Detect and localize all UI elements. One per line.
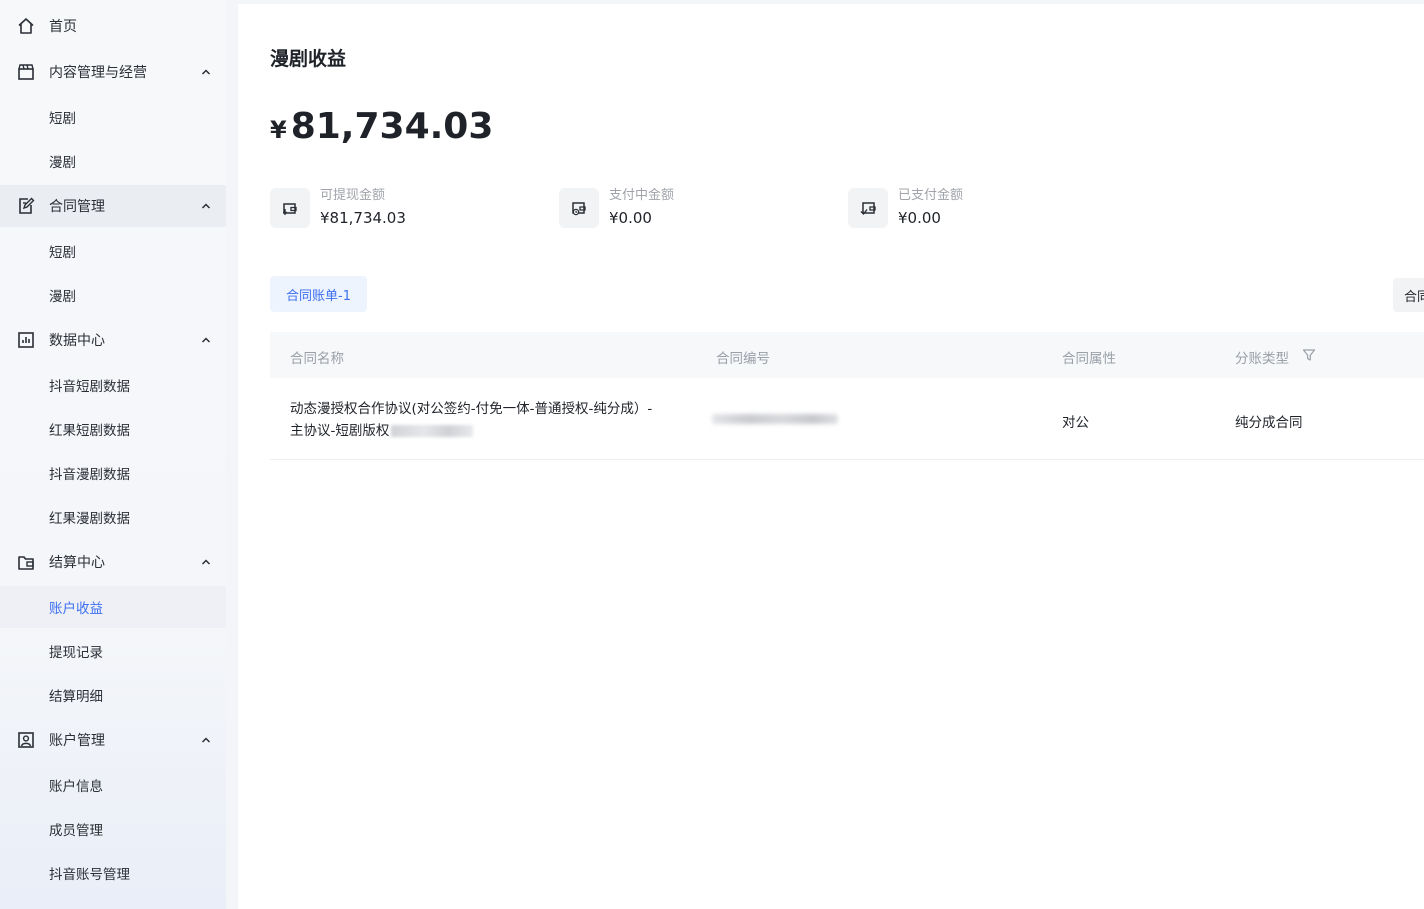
sidebar-item-withdraw-records[interactable]: 提现记录 (0, 630, 226, 672)
stat-label: 支付中金额 (609, 188, 675, 203)
stat-value: ¥0.00 (609, 209, 652, 227)
cell-contract-code-redacted (712, 414, 838, 424)
total-earnings: ¥ 81,734.03 (270, 106, 493, 147)
column-header-name: 合同名称 (290, 351, 344, 367)
column-header-split-type: 分账类型 (1235, 351, 1289, 367)
cell-contract-attribute: 对公 (1062, 415, 1089, 431)
sidebar-item-label: 结算明细 (49, 689, 103, 705)
sidebar-item-account-info[interactable]: 账户信息 (0, 764, 226, 806)
sidebar-item-member-management[interactable]: 成员管理 (0, 808, 226, 850)
sidebar-item-content-comic[interactable]: 漫剧 (0, 140, 226, 182)
app-root: 首页 内容管理与经营 短剧 漫剧 合同管理 短剧 漫剧 数据中心 抖音短剧数据 … (0, 0, 1424, 909)
paid-wallet-icon (848, 188, 888, 228)
chevron-up-icon[interactable] (200, 734, 212, 746)
sidebar-item-label: 抖音短剧数据 (49, 379, 130, 395)
folder-wallet-icon (18, 556, 34, 570)
paying-wallet-icon (559, 188, 599, 228)
filter-icon[interactable] (1302, 348, 1316, 362)
column-header-attribute: 合同属性 (1062, 351, 1116, 367)
currency-symbol: ¥ (270, 116, 287, 144)
sidebar-item-label: 抖音账号管理 (49, 867, 130, 883)
sidebar-item-contract-short[interactable]: 短剧 (0, 230, 226, 272)
sidebar-item-douyin-account-management[interactable]: 抖音账号管理 (0, 852, 226, 894)
cell-contract-name: 动态漫授权合作协议(对公签约-付免一体-普通授权-纯分成）- 主协议-短剧版权 (290, 398, 680, 442)
sidebar-item-label: 短剧 (49, 245, 76, 261)
chevron-up-icon[interactable] (200, 556, 212, 568)
chevron-up-icon[interactable] (200, 66, 212, 78)
sidebar-group-content[interactable]: 内容管理与经营 (0, 51, 226, 93)
sidebar-group-settlement[interactable]: 结算中心 (0, 541, 226, 583)
sidebar-item-hongguo-short-data[interactable]: 红果短剧数据 (0, 408, 226, 450)
total-amount: 81,734.03 (290, 106, 494, 147)
sidebar-item-label: 红果漫剧数据 (49, 511, 130, 527)
sidebar-item-settlement-details[interactable]: 结算明细 (0, 674, 226, 716)
sidebar-item-douyin-short-data[interactable]: 抖音短剧数据 (0, 364, 226, 406)
sidebar-group-label: 账户管理 (49, 733, 105, 749)
main-content: 漫剧收益 ¥ 81,734.03 可提现金额 ¥81,734.03 支付中金额 … (238, 4, 1424, 909)
sidebar-item-content-short[interactable]: 短剧 (0, 96, 226, 138)
cell-split-type: 纯分成合同 (1235, 415, 1303, 431)
sidebar: 首页 内容管理与经营 短剧 漫剧 合同管理 短剧 漫剧 数据中心 抖音短剧数据 … (0, 0, 226, 909)
sidebar-group-label: 结算中心 (49, 555, 105, 571)
stat-label: 已支付金额 (898, 188, 964, 203)
sidebar-item-contract-comic[interactable]: 漫剧 (0, 274, 226, 316)
sidebar-group-data[interactable]: 数据中心 (0, 319, 226, 361)
sidebar-item-label: 漫剧 (49, 289, 76, 305)
tab-contract-bill-1[interactable]: 合同账单-1 (270, 276, 367, 312)
sidebar-item-account-earnings[interactable]: 账户收益 (0, 586, 226, 628)
chevron-up-icon[interactable] (200, 200, 212, 212)
sidebar-group-label: 数据中心 (49, 333, 105, 349)
stat-value: ¥81,734.03 (320, 209, 406, 227)
contract-name-line2: 主协议-短剧版权 (290, 423, 390, 439)
clapperboard-icon (18, 64, 34, 80)
withdraw-wallet-icon (270, 188, 310, 228)
bar-chart-icon (18, 332, 34, 348)
column-header-code: 合同编号 (716, 351, 770, 367)
chevron-up-icon[interactable] (200, 334, 212, 346)
sidebar-item-label: 短剧 (49, 111, 76, 127)
stat-value: ¥0.00 (898, 209, 941, 227)
sidebar-item-label: 漫剧 (49, 155, 76, 171)
sidebar-item-label: 抖音漫剧数据 (49, 467, 130, 483)
table-row[interactable]: 动态漫授权合作协议(对公签约-付免一体-普通授权-纯分成）- 主协议-短剧版权 … (270, 378, 1424, 460)
stat-paying: 支付中金额 ¥0.00 (559, 184, 819, 234)
home-icon (18, 18, 34, 34)
page-title: 漫剧收益 (270, 48, 347, 70)
contract-name-line1: 动态漫授权合作协议(对公签约-付免一体-普通授权-纯分成）- (290, 401, 653, 417)
sidebar-group-label: 合同管理 (49, 199, 105, 215)
stat-label: 可提现金额 (320, 188, 386, 203)
sidebar-item-douyin-comic-data[interactable]: 抖音漫剧数据 (0, 452, 226, 494)
sidebar-item-label: 提现记录 (49, 645, 103, 661)
sidebar-item-label: 账户收益 (49, 601, 103, 617)
user-card-icon (18, 732, 34, 748)
sidebar-item-label: 成员管理 (49, 823, 103, 839)
tab-contract-partial[interactable]: 合同 (1393, 278, 1424, 312)
table-header: 合同名称 合同编号 合同属性 分账类型 (270, 332, 1424, 378)
sidebar-item-label: 首页 (49, 19, 77, 35)
sidebar-item-home[interactable]: 首页 (0, 5, 226, 47)
sidebar-group-contract[interactable]: 合同管理 (0, 185, 226, 227)
sidebar-group-label: 内容管理与经营 (49, 65, 147, 81)
sidebar-item-hongguo-comic-data[interactable]: 红果漫剧数据 (0, 496, 226, 538)
sidebar-group-account[interactable]: 账户管理 (0, 719, 226, 761)
redacted-text (391, 425, 474, 437)
sidebar-item-label: 红果短剧数据 (49, 423, 130, 439)
contract-edit-icon (19, 197, 35, 214)
sidebar-item-label: 账户信息 (49, 779, 103, 795)
stat-paid: 已支付金额 ¥0.00 (848, 184, 1108, 234)
stat-withdrawable: 可提现金额 ¥81,734.03 (270, 184, 530, 234)
